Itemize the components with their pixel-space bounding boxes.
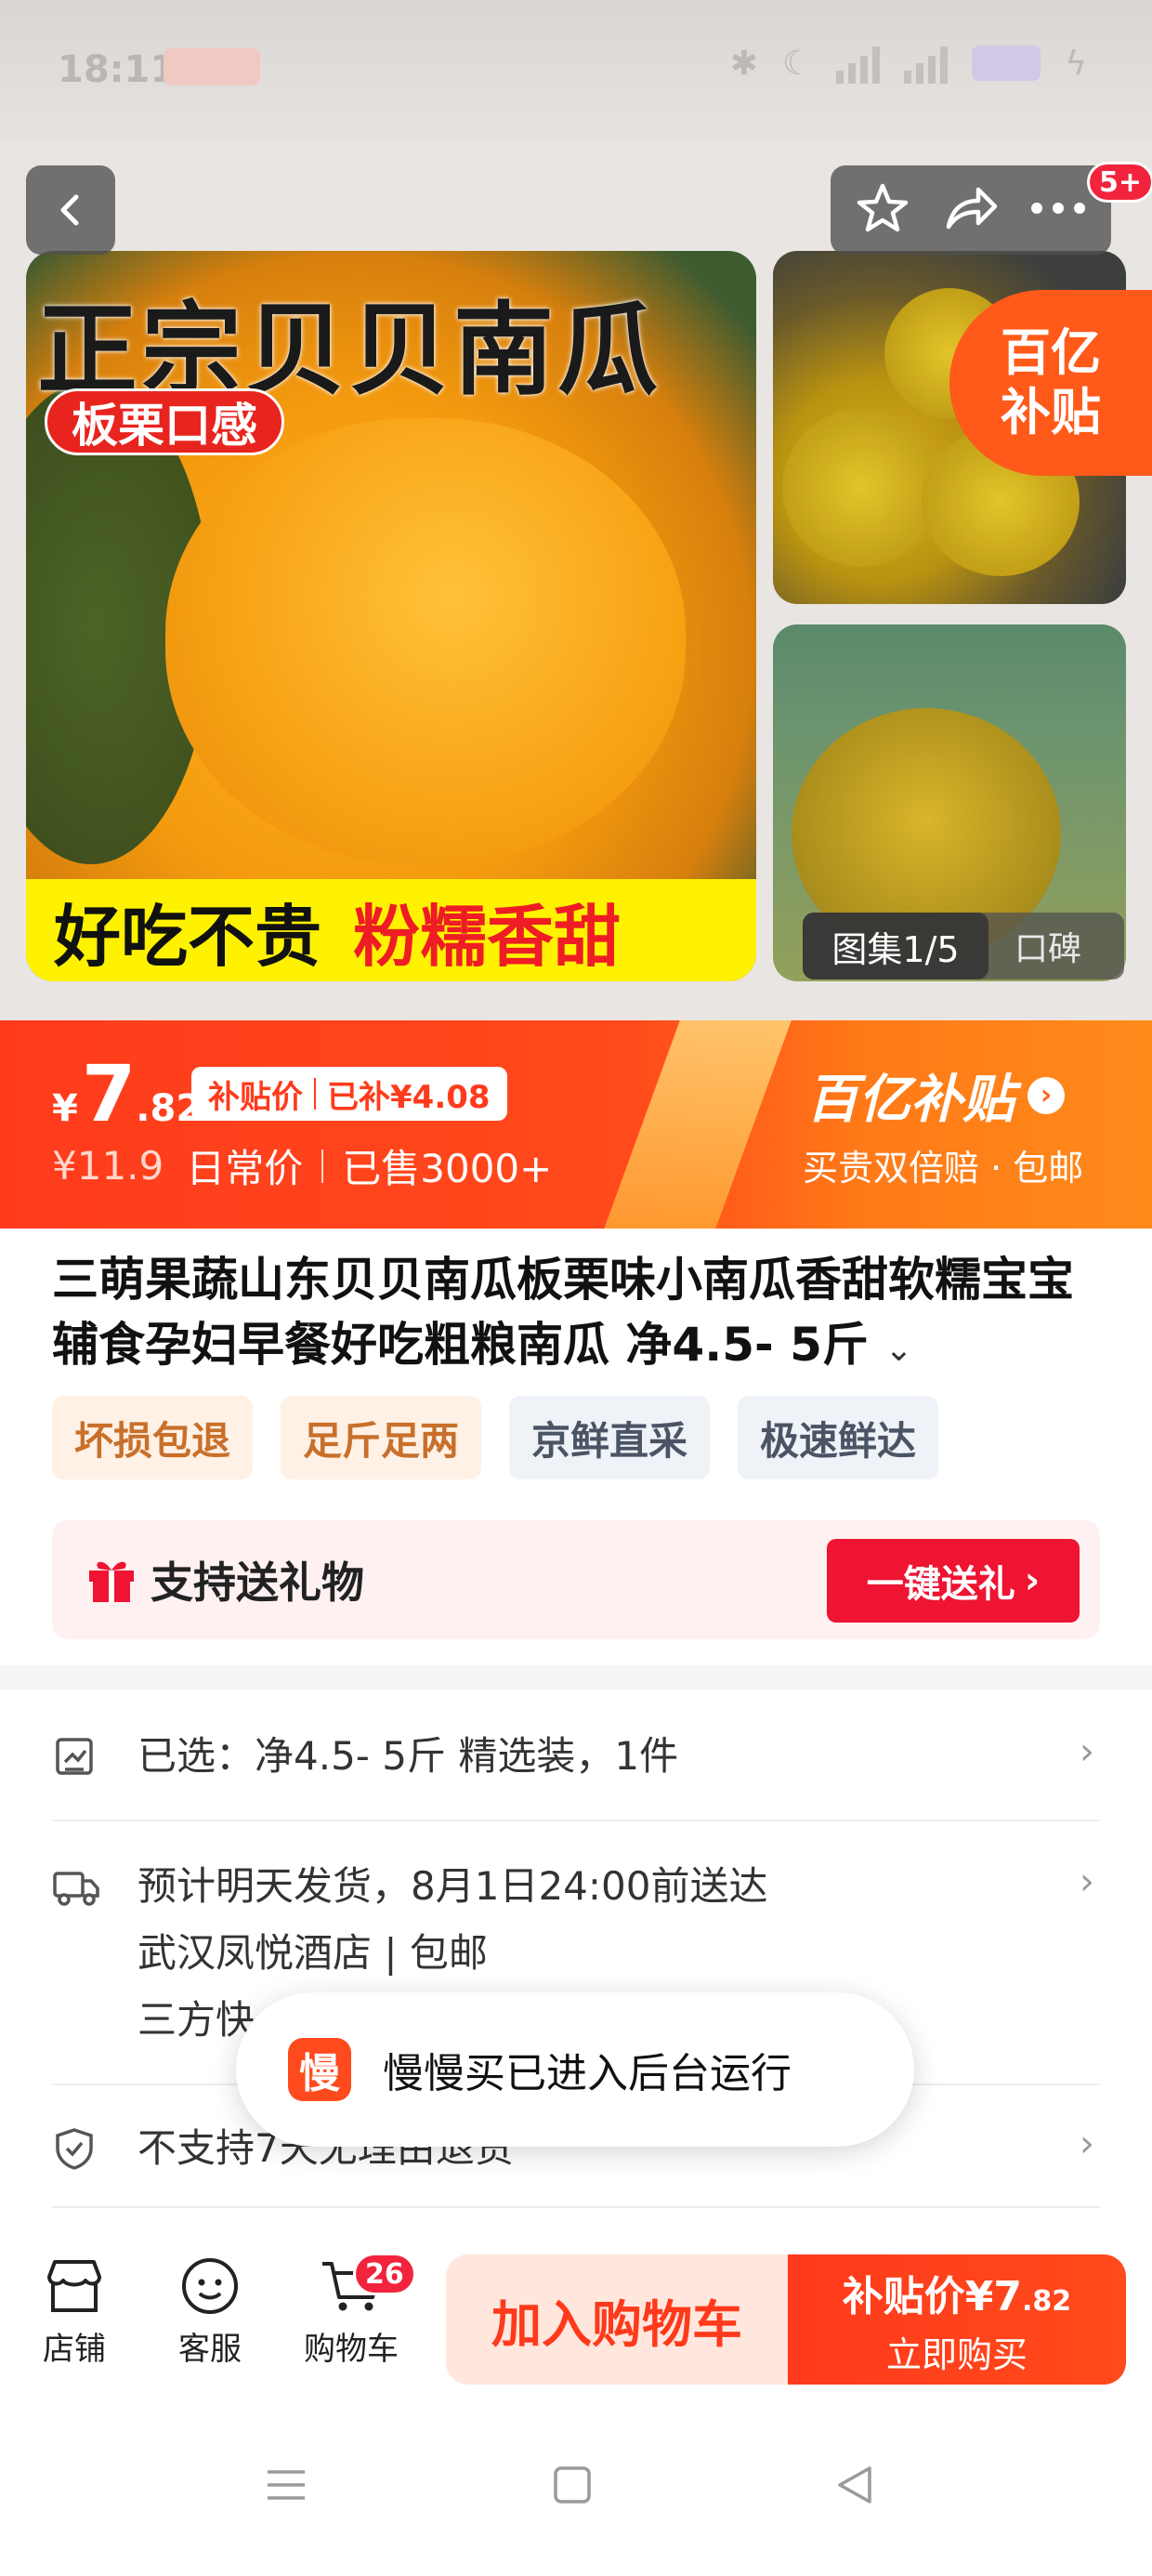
price-separator: [321, 1149, 324, 1183]
status-icons: ✱ ☾ ϟ: [730, 43, 1087, 84]
top-action-group: [831, 165, 1111, 255]
original-price: ¥11.9: [52, 1143, 164, 1189]
product-gallery[interactable]: 正宗贝贝南瓜 板栗口感 好吃不贵 粉糯香甜 百亿 补贴 图集1/5 口碑: [0, 139, 1152, 1022]
chevron-right-icon: ›: [1080, 1860, 1094, 1903]
chevron-right-icon: ›: [1024, 1559, 1041, 1602]
spec-icon: [52, 1734, 97, 1779]
delivery-address: 武汉凤悦酒店 | 包邮: [137, 1930, 488, 1976]
row-divider: [52, 1820, 1100, 1821]
bottom-action-bar: 店铺 客服 购物车 26 加入购物车 补贴价¥7.82 立即购买: [0, 2230, 1152, 2407]
shield-icon: [52, 2126, 97, 2171]
service-tag[interactable]: 京鲜直采: [509, 1396, 711, 1479]
reviews-label[interactable]: 口碑: [988, 922, 1081, 970]
sold-count: 已售3000+: [342, 1146, 553, 1191]
currency-symbol: ¥: [52, 1087, 78, 1130]
more-icon[interactable]: [1029, 199, 1087, 221]
pumpkin-flesh: [165, 418, 686, 864]
shop-label: 店铺: [43, 2331, 106, 2368]
send-gift-button[interactable]: 一键送礼 ›: [827, 1539, 1080, 1623]
home-nav-icon[interactable]: [550, 2463, 595, 2511]
service-label: 客服: [178, 2331, 242, 2368]
charging-icon: ϟ: [1065, 44, 1087, 83]
subsidy-program-subtitle: 买贵双倍赔 · 包邮: [803, 1148, 1084, 1189]
buy-price-label: 补贴价¥7: [842, 2272, 1023, 2320]
back-arrow-icon: [60, 194, 79, 226]
album-indicator[interactable]: 图集1/5 口碑: [803, 913, 1124, 979]
background-running-toast: 慢 慢慢买已进入后台运行: [236, 1992, 914, 2147]
service-tag[interactable]: 足斤足两: [281, 1396, 482, 1479]
send-gift-label: 一键送礼: [866, 1563, 1015, 1606]
service-tag[interactable]: 坏损包退: [52, 1396, 254, 1479]
original-price-label: 日常价: [186, 1146, 304, 1191]
tag-separator: [314, 1078, 316, 1110]
album-label[interactable]: 图集1/5: [803, 913, 988, 979]
battery-icon: [972, 46, 1041, 81]
delivery-estimate: 预计明天发货，8月1日24:00前送达: [137, 1863, 768, 1909]
add-to-cart-button[interactable]: 加入购物车: [446, 2254, 788, 2385]
banner-left-text: 好吃不贵: [54, 897, 322, 976]
buy-now-label: 立即购买: [885, 2333, 1028, 2375]
price-integer: 7: [81, 1048, 137, 1139]
subsidy-price-tag: 补贴价 已补¥4.08: [191, 1067, 507, 1121]
product-title[interactable]: 三萌果蔬山东贝贝南瓜板栗味小南瓜香甜软糯宝宝辅食孕妇早餐好吃粗粮南瓜 净4.5-…: [52, 1247, 1111, 1383]
product-title-text: 三萌果蔬山东贝贝南瓜板栗味小南瓜香甜软糯宝宝辅食孕妇早餐好吃粗粮南瓜 净4.5-…: [52, 1253, 1074, 1372]
favorite-star-icon[interactable]: [855, 180, 910, 240]
taste-tag: 板栗口感: [45, 388, 284, 455]
service-tags: 坏损包退 足斤足两 京鲜直采 极速鲜达: [52, 1396, 939, 1479]
chat-face-icon: [177, 2256, 242, 2316]
status-bar: 18:11 ✱ ☾ ϟ: [0, 0, 1152, 139]
status-time: 18:11: [58, 48, 177, 91]
section-divider: [0, 1665, 1152, 1689]
moon-icon: ☾: [781, 44, 813, 83]
toast-message: 慢慢买已进入后台运行: [383, 2050, 792, 2097]
subsidy-label: 补贴价: [208, 1078, 303, 1116]
row-divider: [52, 2206, 1100, 2208]
main-product-image[interactable]: 正宗贝贝南瓜 板栗口感 好吃不贵 粉糯香甜: [26, 251, 756, 981]
back-nav-icon[interactable]: [832, 2463, 877, 2511]
chevron-down-icon[interactable]: ⌄: [884, 1331, 912, 1369]
menu-nav-icon[interactable]: [264, 2463, 308, 2511]
buy-price-decimal: .82: [1022, 2284, 1072, 2318]
chevron-right-icon: ›: [1080, 1730, 1094, 1773]
pumpkin-shape: [782, 409, 940, 567]
image-banner: 好吃不贵 粉糯香甜: [26, 879, 756, 981]
gift-row[interactable]: 支持送礼物 一键送礼 ›: [52, 1520, 1100, 1639]
service-tag[interactable]: 极速鲜达: [738, 1396, 939, 1479]
shop-icon: [42, 2256, 107, 2316]
cart-label: 购物车: [304, 2331, 399, 2368]
cart-count-badge: 26: [353, 2253, 416, 2295]
current-price: ¥ 7 .82: [52, 1048, 202, 1139]
notification-badge: 5+: [1087, 162, 1152, 203]
bluetooth-icon: ✱: [729, 44, 758, 83]
price-details: ¥11.9 日常价 已售3000+: [52, 1137, 552, 1194]
delivery-carrier: 三方快: [137, 1997, 255, 2043]
signal-icon: [836, 43, 881, 84]
back-button[interactable]: [26, 165, 115, 255]
signal-icon: [904, 43, 949, 84]
subsidy-program-name: 百亿补贴: [806, 1070, 1015, 1130]
system-navigation-bar: [0, 2407, 1152, 2576]
share-icon[interactable]: [941, 180, 999, 240]
truck-icon: [52, 1864, 99, 1909]
lightning-decoration: [595, 1020, 799, 1229]
spec-selection-row[interactable]: 已选：净4.5- 5斤 精选装，1件 ›: [52, 1719, 1100, 1794]
customer-service-button[interactable]: 客服: [154, 2256, 266, 2369]
buy-now-button[interactable]: 补贴价¥7.82 立即购买: [788, 2254, 1126, 2385]
banner-right-text: 粉糯香甜: [353, 897, 622, 976]
subsidy-amount: 已补¥4.08: [327, 1078, 491, 1116]
app-logo-icon: 慢: [288, 2038, 351, 2101]
gift-text: 支持送礼物: [151, 1557, 364, 1608]
gift-icon: [85, 1554, 137, 1606]
subsidy-badge: 百亿 补贴: [949, 290, 1152, 476]
shop-button[interactable]: 店铺: [19, 2256, 130, 2369]
subsidy-badge-line2: 补贴: [1001, 383, 1101, 441]
chevron-right-icon: ›: [1028, 1076, 1065, 1114]
buy-price: 补贴价¥7.82: [843, 2263, 1071, 2322]
status-app-icon: [164, 48, 260, 85]
spec-selection-text: 已选：净4.5- 5斤 精选装，1件: [137, 1733, 679, 1779]
subsidy-program-link[interactable]: 百亿补贴 ›: [806, 1058, 1065, 1133]
subsidy-badge-line1: 百亿: [1001, 323, 1101, 382]
price-bar: ¥ 7 .82 补贴价 已补¥4.08 ¥11.9 日常价 已售3000+ 百亿…: [0, 1020, 1152, 1229]
chevron-right-icon: ›: [1080, 2123, 1094, 2165]
